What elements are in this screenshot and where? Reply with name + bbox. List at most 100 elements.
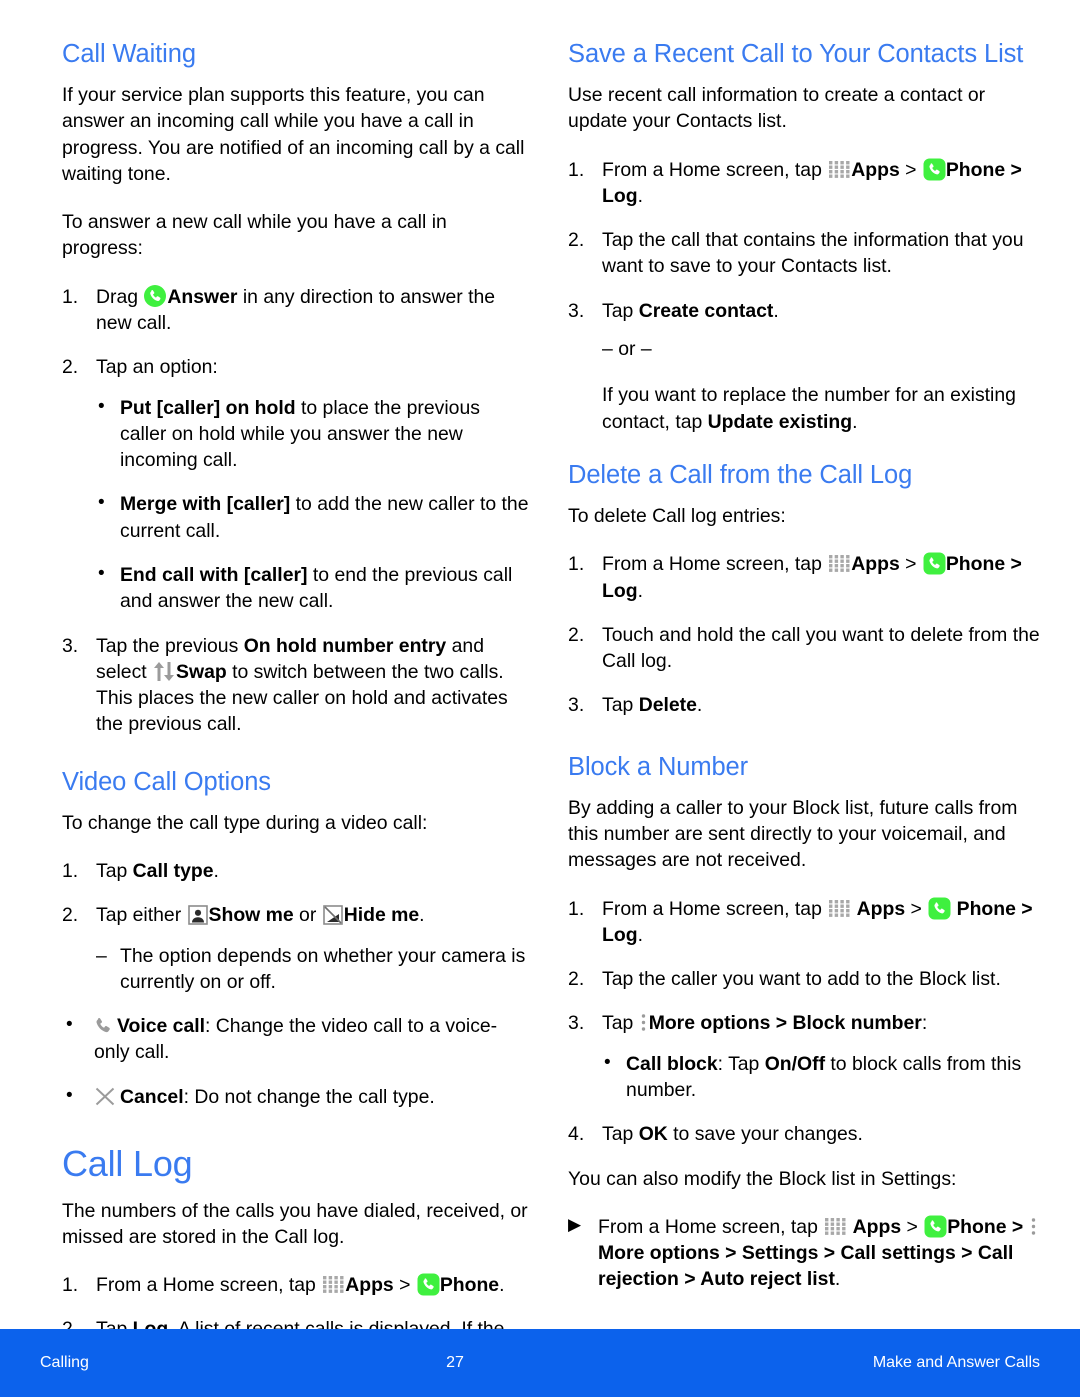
step-sep: >: [899, 553, 922, 576]
right-column: Save a Recent Call to Your Contacts List…: [568, 40, 1048, 1330]
settings-path-list: ▶ From a Home screen, tap Apps > Phone >…: [568, 1214, 1048, 1293]
step-number: 2.: [62, 904, 79, 927]
bullet-bold: Voice call: [117, 1015, 206, 1038]
step-text-post: .: [637, 184, 643, 207]
show-me-icon: [187, 905, 208, 926]
step-sep: >: [393, 1274, 416, 1297]
step-number: 2.: [568, 623, 585, 646]
apps-grid-icon: [825, 1217, 846, 1235]
page-footer: Calling 27 Make and Answer Calls: [0, 1329, 1080, 1397]
bullet-bold: Put [caller] on hold: [120, 396, 296, 419]
call-log-intro: The numbers of the calls you have dialed…: [62, 1199, 528, 1248]
phone-label: Phone: [439, 1274, 500, 1297]
step-number: 3.: [568, 299, 585, 322]
heading-save-recent-call: Save a Recent Call to Your Contacts List: [568, 40, 1024, 68]
phone-icon: [417, 1273, 440, 1296]
heading-block-a-number: Block a Number: [568, 752, 749, 781]
bullet-dot: •: [98, 563, 105, 584]
arrow-text-post: .: [834, 1268, 841, 1291]
triangle-right-icon: ▶: [568, 1214, 582, 1234]
step-number: 3.: [62, 634, 79, 657]
step-item: 3. Tap the previous On hold number entry…: [62, 633, 530, 738]
bullet-dot: •: [98, 395, 105, 417]
step-number: 3.: [568, 1012, 585, 1035]
step-bold: Answer: [167, 285, 238, 308]
phone-icon: [924, 1215, 947, 1238]
step-number: 1.: [568, 553, 585, 576]
step-text-post: .: [499, 1274, 505, 1297]
step-sep: >: [899, 158, 922, 181]
or-separator: – or –: [602, 338, 652, 361]
block-number-steps: 1. From a Home screen, tap Apps > Phone …: [568, 896, 1048, 1148]
apps-label: Apps: [856, 897, 906, 920]
arrow-tail1: >: [1006, 1215, 1029, 1238]
bullet-dot: •: [66, 1084, 73, 1106]
step-text-pre: Tap: [602, 694, 639, 717]
update-existing-note: If you want to replace the number for an…: [602, 382, 1048, 435]
swap-icon: [152, 661, 176, 682]
step-item: 2. Tap the call that contains the inform…: [568, 227, 1048, 280]
step-text-pre: Tap the previous: [96, 634, 244, 657]
bullet-bold: Cancel: [120, 1085, 184, 1108]
step-bold-swap: Swap: [176, 660, 227, 683]
apps-grid-icon: [829, 899, 850, 917]
note-bold: Update existing: [707, 410, 853, 433]
step-text-pre: Tap: [602, 299, 639, 322]
call-waiting-leadin: To answer a new call while you have a ca…: [62, 211, 447, 260]
apps-grid-icon: [323, 1276, 344, 1294]
phone-icon: [923, 552, 946, 575]
call-waiting-steps: 1. Drag Answer in any direction to answe…: [62, 284, 530, 738]
note-post: .: [852, 410, 858, 433]
tap-option-bullets: • Put [caller] on hold to place the prev…: [96, 395, 530, 615]
step-number: 1.: [62, 285, 79, 308]
manual-page: Call Waiting If your service plan suppor…: [0, 0, 1080, 1397]
step-bold-more-options: More options: [648, 1012, 771, 1035]
step-text-pre: From a Home screen, tap: [602, 158, 828, 181]
step-text-pre: Tap: [96, 860, 133, 883]
save-recent-steps: 1. From a Home screen, tap Apps > Phone …: [568, 157, 1048, 324]
voice-call-icon: [94, 1016, 113, 1036]
left-column: Call Waiting If your service plan suppor…: [62, 40, 530, 1393]
step-item: 3. Tap Create contact.: [568, 298, 1048, 324]
delete-call-steps: 1. From a Home screen, tap Apps > Phone …: [568, 551, 1048, 718]
bullet-item: • Merge with [caller] to add the new cal…: [96, 491, 530, 544]
apps-label: Apps: [852, 1215, 902, 1238]
heading-call-waiting: Call Waiting: [62, 40, 196, 68]
footer-section-label: Calling: [40, 1354, 89, 1371]
step-item: 4. Tap OK to save your changes.: [568, 1121, 1048, 1147]
apps-grid-icon: [829, 160, 850, 178]
phone-label: Phone: [945, 158, 1006, 181]
bullet-bold-call-block: Call block: [626, 1052, 718, 1075]
step-text: Touch and hold the call you want to dele…: [602, 623, 1040, 673]
footer-chapter-label: Make and Answer Calls: [872, 1354, 1040, 1371]
step-text-post: .: [637, 579, 643, 602]
step-text-pre: Drag: [96, 285, 144, 308]
step-text-post: :: [921, 1012, 928, 1035]
step-text: Tap an option:: [96, 356, 218, 379]
step-item: 2. Tap the caller you want to add to the…: [568, 966, 1048, 992]
bullet-item: • Cancel: Do not change the call type.: [62, 1084, 530, 1110]
arrow-sep: >: [901, 1215, 924, 1238]
step-number: 1.: [568, 897, 585, 920]
phone-label: Phone: [947, 1215, 1007, 1238]
dash-item: – The option depends on whether your cam…: [96, 943, 530, 996]
step-item: 1. From a Home screen, tap Apps > Phone …: [568, 896, 1048, 949]
step-text-pre: From a Home screen, tap: [602, 553, 828, 576]
step-item: 2. Tap an option: • Put [caller] on hold…: [62, 354, 530, 614]
step-number: 2.: [568, 229, 585, 252]
settings-note: You can also modify the Block list in Se…: [568, 1167, 957, 1190]
step-text-pre: From a Home screen, tap: [602, 897, 828, 920]
step-number: 1.: [62, 1274, 79, 1297]
step-text: Tap the call that contains the informati…: [602, 229, 1024, 278]
bullet-dot: •: [66, 1014, 73, 1036]
step-text-pre: From a Home screen, tap: [96, 1274, 322, 1297]
step-bold-showme: Show me: [208, 904, 294, 927]
step-bold-hideme: Hide me: [343, 904, 420, 927]
heading-delete-call: Delete a Call from the Call Log: [568, 460, 913, 489]
video-call-intro: To change the call type during a video c…: [62, 811, 428, 834]
step-text-post: to save your changes.: [667, 1123, 863, 1146]
phone-label: Phone: [956, 897, 1016, 920]
step-number: 2.: [568, 968, 585, 991]
dash-marker: –: [96, 944, 107, 967]
step-bold-block-number: Block number: [792, 1012, 922, 1035]
